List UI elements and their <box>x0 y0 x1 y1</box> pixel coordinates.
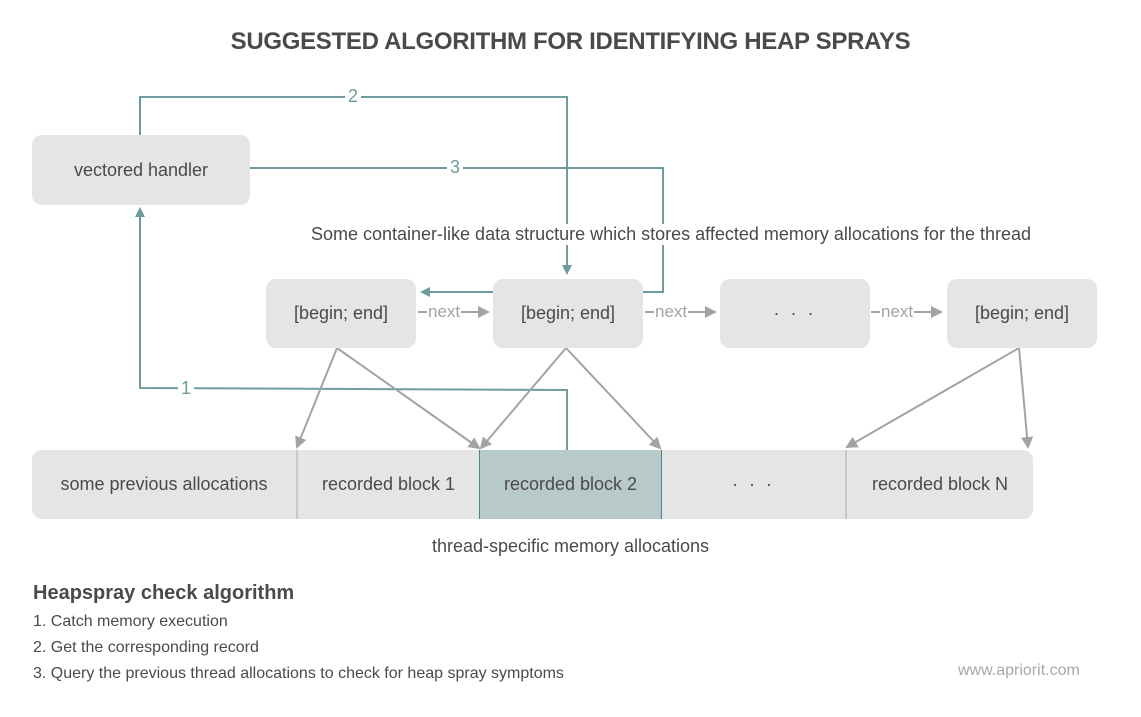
step2-label: 2 <box>345 86 362 106</box>
memory-segment-previous: some previous allocations <box>32 450 298 519</box>
step1-label: 1 <box>178 378 195 398</box>
next-label-1: next <box>427 302 462 322</box>
container-label: Some container-like data structure which… <box>260 224 1082 245</box>
record-node-n: [begin; end] <box>947 279 1097 348</box>
pointer-begin-1 <box>295 347 338 449</box>
vectored-handler-box: vectored handler <box>32 135 250 205</box>
memory-segment-ellipsis: · · · <box>662 450 847 519</box>
algorithm-title: Heapspray check algorithm <box>33 582 295 604</box>
record-node-ellipsis: · · · <box>720 279 870 348</box>
memory-segment-block-n: recorded block N <box>847 450 1033 519</box>
record-node-2: [begin; end] <box>493 279 643 348</box>
memory-label: thread-specific memory allocations <box>431 536 710 556</box>
pointer-end-n <box>1018 347 1034 449</box>
pointer-begin-n <box>845 347 1020 448</box>
record-node-1: [begin; end] <box>266 279 416 348</box>
algorithm-step-3: 3. Query the previous thread allocations… <box>33 665 564 682</box>
next-label-3: next <box>880 302 915 322</box>
algorithm-step-1: 1. Catch memory execution <box>33 613 228 630</box>
connector-layer <box>135 96 1034 450</box>
pointer-begin-2 <box>479 347 567 450</box>
next-label-2: next <box>654 302 689 322</box>
pointer-end-2 <box>565 347 662 450</box>
step3-label: 3 <box>447 157 464 177</box>
memory-segment-block-1: recorded block 1 <box>298 450 479 519</box>
algorithm-step-2: 2. Get the corresponding record <box>33 639 259 656</box>
memory-segment-block-2: recorded block 2 <box>479 450 662 519</box>
website-link[interactable]: www.apriorit.com <box>958 662 1080 680</box>
pointer-end-1 <box>336 347 481 450</box>
